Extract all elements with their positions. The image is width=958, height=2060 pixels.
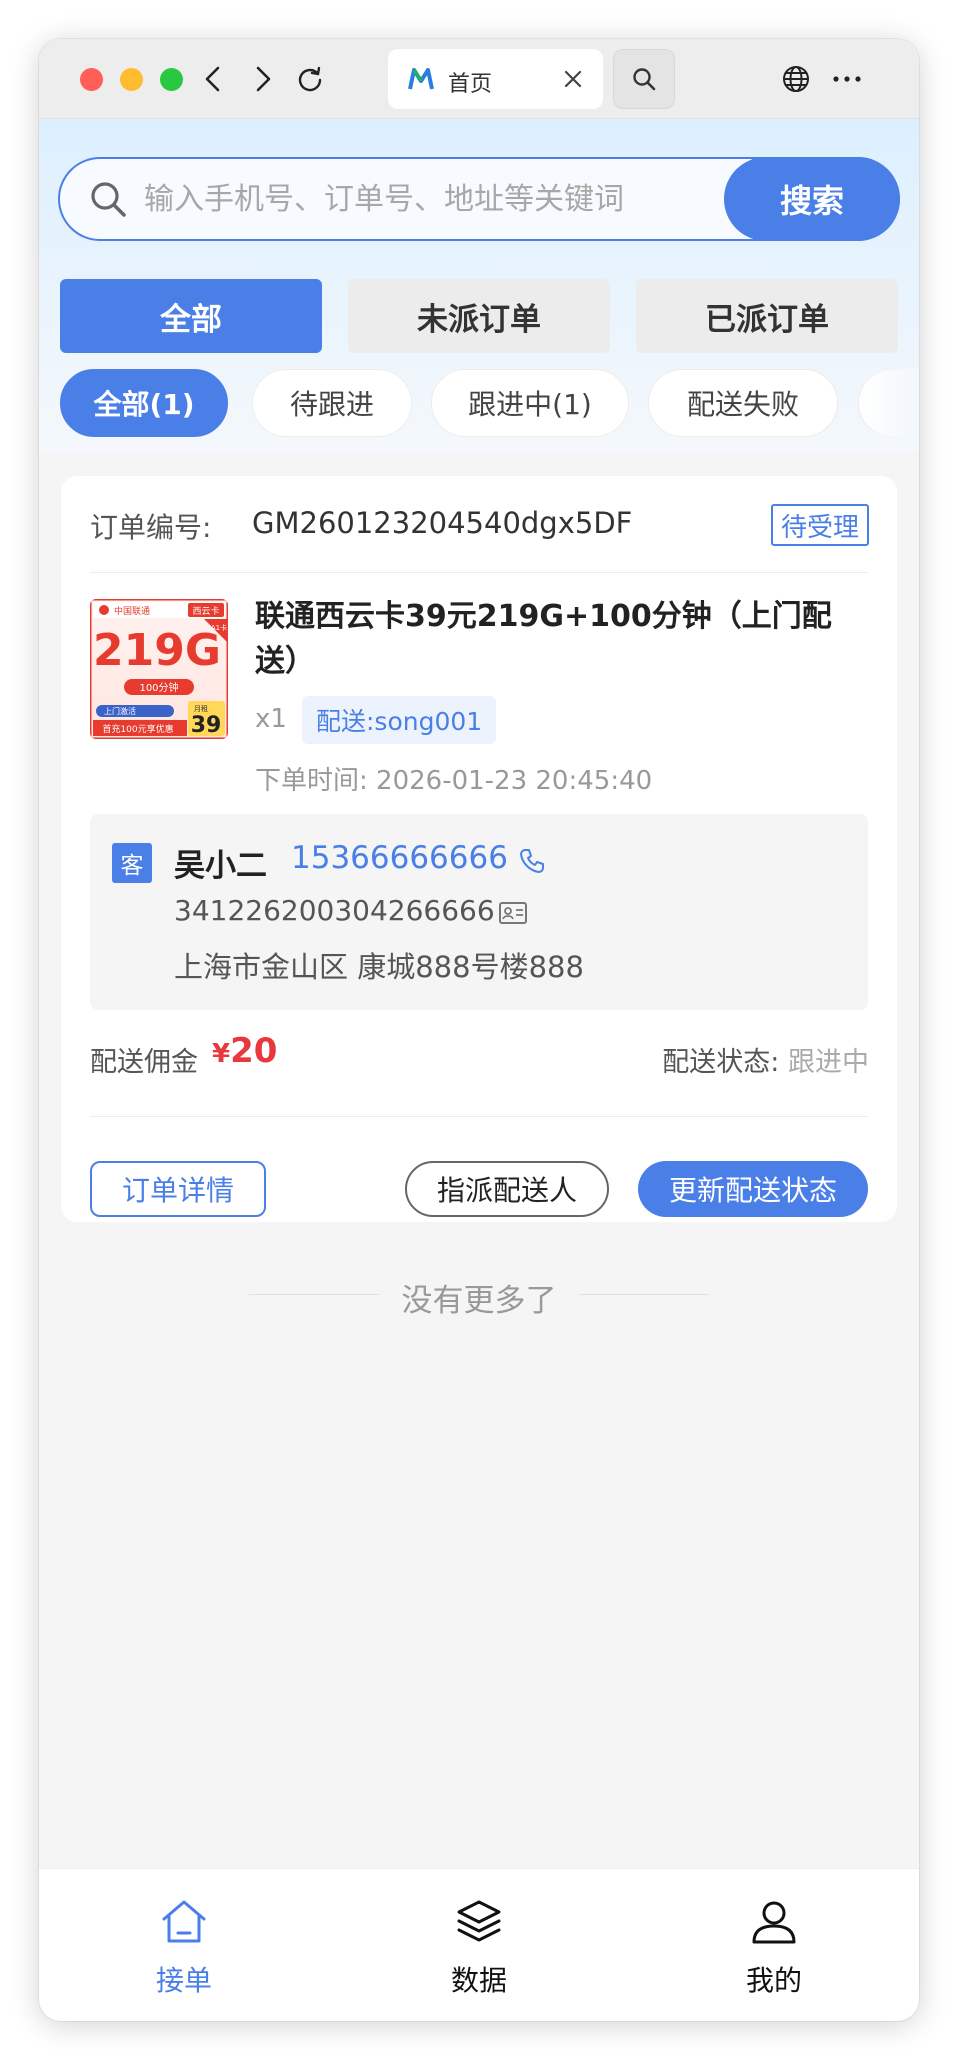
phone-icon[interactable]	[518, 847, 546, 875]
scroll-fade	[859, 369, 919, 437]
svg-text:39: 39	[191, 713, 222, 738]
search-icon	[91, 182, 126, 217]
id-card-icon[interactable]	[498, 900, 528, 926]
close-window-button[interactable]	[80, 68, 103, 91]
page-header: 搜索 全部 未派订单 已派订单 全部(1) 待跟进 跟进中(1) 配送失败	[39, 119, 919, 452]
forward-button[interactable]	[245, 61, 281, 97]
order-time: 下单时间: 2026-01-23 20:45:40	[255, 766, 653, 796]
delivery-person-tag: 配送:song001	[302, 696, 497, 744]
list-end: 没有更多了	[39, 1269, 919, 1319]
back-button[interactable]	[195, 61, 231, 97]
customer-address: 上海市金山区 康城888号楼888	[174, 950, 584, 984]
customer-name: 吴小二	[174, 848, 267, 884]
nav-item-orders[interactable]: 接单	[84, 1869, 284, 2021]
filter-pill-following[interactable]: 跟进中(1)	[431, 369, 629, 437]
order-number-label: 订单编号:	[90, 511, 212, 544]
tab-search-button[interactable]	[613, 49, 675, 109]
svg-text:西云卡: 西云卡	[192, 605, 219, 617]
nav-label: 接单	[155, 1964, 212, 1997]
order-card: 订单编号: GM260123204540dgx5DF 待受理 中国联通 西云卡 …	[61, 476, 897, 1222]
site-favicon-icon	[408, 68, 434, 90]
update-status-button[interactable]: 更新配送状态	[638, 1161, 868, 1217]
bottom-nav: 接单 数据 我的	[39, 1868, 919, 2021]
tab-dispatched[interactable]: 已派订单	[636, 279, 898, 353]
filter-pill-pending[interactable]: 待跟进	[252, 369, 412, 437]
tab-undispatched[interactable]: 未派订单	[348, 279, 610, 353]
maximize-window-button[interactable]	[160, 68, 183, 91]
tab-all[interactable]: 全部	[60, 279, 322, 353]
order-detail-button[interactable]: 订单详情	[90, 1161, 266, 1217]
customer-info: 客 吴小二 15366666666 341226200304266666 上海市…	[90, 814, 868, 1010]
svg-text:月租: 月租	[194, 705, 208, 713]
translate-button[interactable]	[778, 61, 814, 97]
layers-icon	[457, 1900, 501, 1942]
list-end-text: 没有更多了	[401, 1283, 557, 1319]
chevron-left-icon	[205, 66, 220, 92]
home-icon	[162, 1900, 206, 1943]
filter-pill-failed[interactable]: 配送失败	[648, 369, 838, 437]
divider	[90, 1116, 868, 1117]
nav-label: 数据	[450, 1964, 507, 1997]
commission-amount: 20	[230, 1031, 278, 1071]
svg-text:首充100元享优惠: 首充100元享优惠	[102, 723, 173, 735]
svg-text:上门激活: 上门激活	[104, 706, 136, 716]
commission-label: 配送佣金	[90, 1047, 198, 1078]
customer-id-number: 341226200304266666	[174, 894, 495, 927]
product-quantity: x1	[255, 704, 287, 734]
customer-phone[interactable]: 15366666666	[291, 840, 508, 876]
delivery-status-label: 配送状态:	[662, 1047, 780, 1078]
close-icon[interactable]	[559, 65, 587, 93]
search-bar: 搜索	[58, 157, 900, 241]
order-number: GM260123204540dgx5DF	[252, 506, 633, 540]
commission-value: ¥20	[212, 1031, 277, 1071]
search-icon	[633, 68, 656, 91]
more-menu-button[interactable]	[829, 61, 865, 97]
product-title[interactable]: 联通西云卡39元219G+100分钟（上门配送）	[255, 594, 865, 684]
chevron-right-icon	[256, 66, 271, 92]
currency-symbol: ¥	[212, 1039, 231, 1069]
user-icon	[752, 1901, 796, 1944]
globe-icon	[783, 66, 809, 92]
svg-text:219G: 219G	[93, 625, 221, 676]
reload-icon	[298, 66, 322, 92]
assign-delivery-button[interactable]: 指派配送人	[405, 1161, 609, 1217]
nav-item-data[interactable]: 数据	[379, 1869, 579, 2021]
tab-title: 首页	[448, 72, 493, 97]
search-button[interactable]: 搜索	[724, 157, 900, 241]
browser-tab[interactable]: 首页	[388, 49, 603, 109]
customer-tag: 客	[112, 843, 152, 883]
nav-label: 我的	[745, 1964, 802, 1997]
browser-toolbar: 首页	[39, 39, 919, 119]
status-badge: 待受理	[770, 504, 869, 546]
reload-button[interactable]	[292, 61, 328, 97]
filter-pill-all[interactable]: 全部(1)	[60, 369, 228, 437]
divider	[90, 572, 868, 573]
delivery-status: 配送状态: 跟进中	[662, 1040, 869, 1079]
divider	[579, 1294, 709, 1295]
nav-item-mine[interactable]: 我的	[674, 1869, 874, 2021]
svg-text:100分钟: 100分钟	[139, 681, 178, 694]
browser-window: 首页 搜索 全部 未派订单 已派订单 全部(1) 待跟进 跟进中(1) 配送失败…	[39, 39, 919, 2021]
svg-text:中国联通: 中国联通	[114, 605, 150, 617]
delivery-status-value: 跟进中	[788, 1047, 869, 1078]
minimize-window-button[interactable]	[120, 68, 143, 91]
product-image[interactable]: 中国联通 西云卡 A1卡 219G 100分钟 上门激活 首充100元享优惠 月…	[90, 599, 228, 739]
more-dots-icon	[833, 76, 861, 82]
search-input[interactable]	[144, 173, 664, 225]
